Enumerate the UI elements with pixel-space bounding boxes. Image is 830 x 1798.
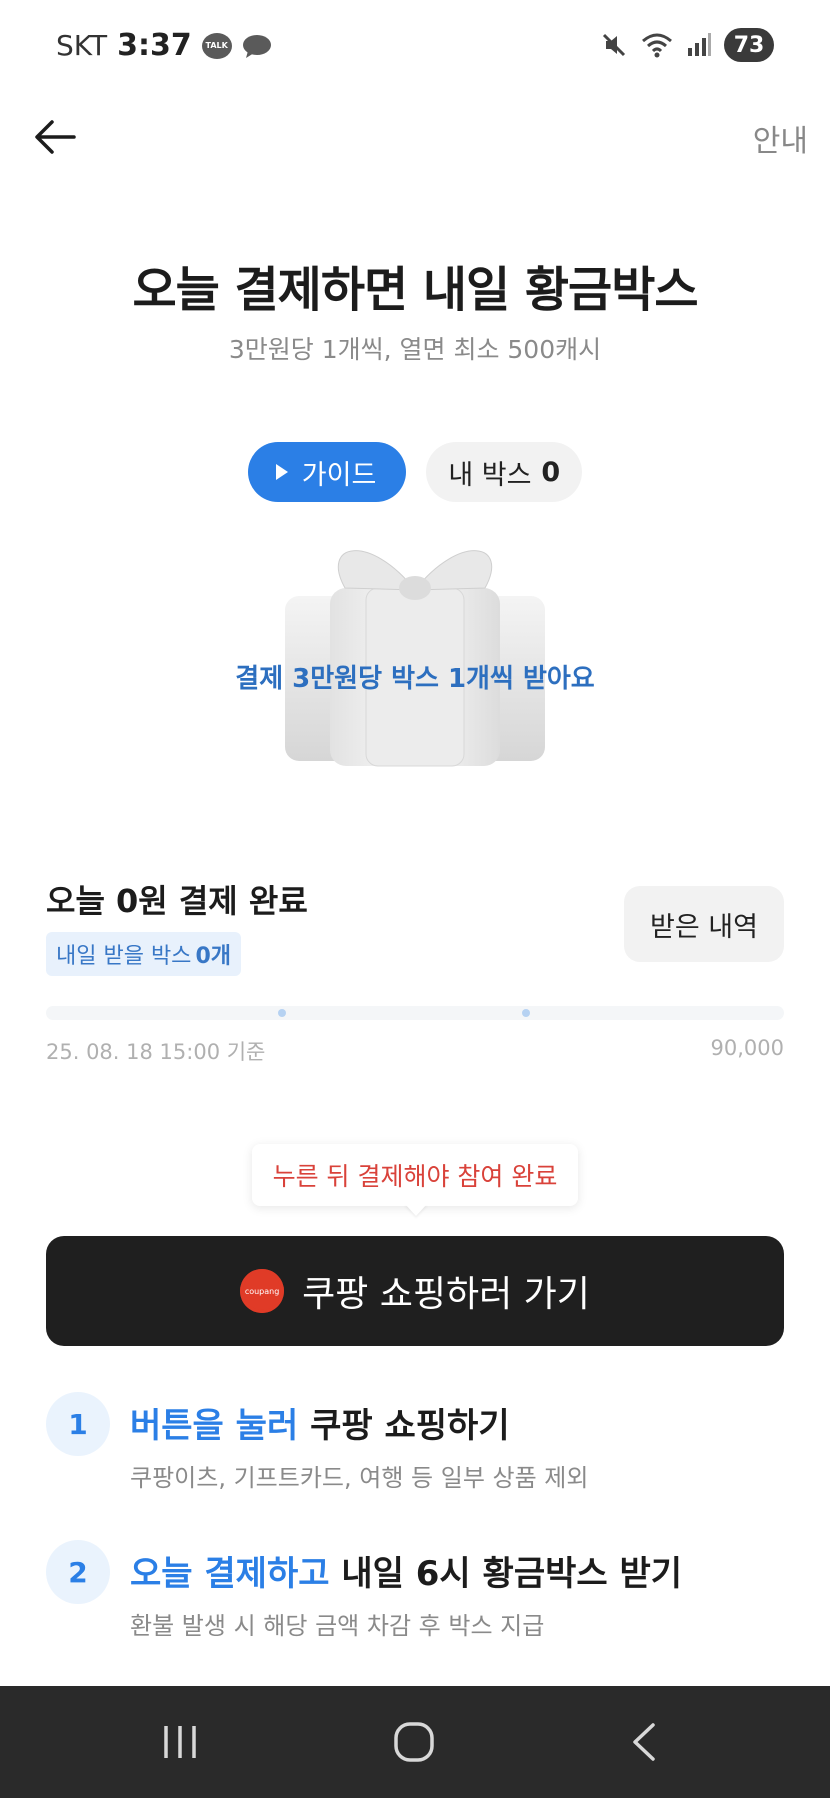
tomorrow-box-badge: 내일 받을 박스 0개	[46, 932, 241, 976]
my-box-button[interactable]: 내 박스 0	[426, 442, 583, 502]
play-icon	[275, 464, 288, 480]
pill-buttons: 가이드 내 박스 0	[0, 442, 830, 502]
info-link[interactable]: 안내	[753, 116, 808, 160]
tomorrow-box-count: 0개	[195, 944, 231, 969]
step-number: 1	[46, 1392, 110, 1456]
home-icon	[394, 1722, 434, 1762]
gift-box-image	[285, 550, 545, 767]
received-history-button[interactable]: 받은 내역	[624, 886, 784, 962]
coupang-logo-icon: coupang	[240, 1269, 285, 1313]
go-shopping-button[interactable]: coupang 쿠팡 쇼핑하러 가기	[46, 1236, 784, 1346]
chevron-left-icon	[633, 1723, 655, 1761]
step-title: 버튼을 눌러 쿠팡 쇼핑하기	[130, 1398, 510, 1447]
step-title-rest: 쿠팡 쇼핑하기	[298, 1406, 510, 1446]
recent-apps-button[interactable]	[150, 1716, 210, 1768]
my-box-count: 0	[541, 456, 561, 488]
mute-icon	[602, 33, 626, 57]
step-title-highlight: 버튼을 눌러	[130, 1406, 299, 1446]
step-title-highlight: 오늘 결제하고	[130, 1554, 330, 1594]
guide-button[interactable]: 가이드	[247, 442, 407, 502]
back-button[interactable]	[30, 112, 80, 162]
guide-label: 가이드	[301, 459, 377, 491]
participation-tooltip: 누른 뒤 결제해야 참여 완료	[252, 1144, 578, 1206]
go-shopping-label: 쿠팡 쇼핑하러 가기	[302, 1274, 590, 1315]
progress-date-label: 25. 08. 18 15:00 기준	[46, 1040, 266, 1064]
chat-bubble-icon	[242, 34, 271, 58]
system-navigation-bar	[0, 1686, 830, 1798]
payment-progress-bar	[46, 1006, 784, 1020]
page-subtitle: 3만원당 1개씩, 열면 최소 500캐시	[228, 335, 602, 364]
progress-milestone-dot	[522, 1009, 530, 1017]
step-title-rest: 내일 6시 황금박스 받기	[329, 1554, 683, 1594]
status-right: 73	[600, 28, 774, 62]
progress-max-label: 90,000	[710, 1036, 784, 1060]
status-left: SKT 3:37 TALK	[56, 28, 272, 63]
home-button[interactable]	[384, 1716, 444, 1768]
step-description: 환불 발생 시 해당 금액 차감 후 박스 지급	[130, 1612, 545, 1640]
step-title: 오늘 결제하고 내일 6시 황금박스 받기	[130, 1546, 682, 1595]
kakaotalk-icon: TALK	[201, 32, 232, 59]
status-bar: SKT 3:37 TALK 73	[0, 0, 830, 92]
carrier-label: SKT	[56, 29, 108, 62]
paid-today-title: 오늘 0원 결제 완료	[46, 882, 308, 920]
wifi-icon	[642, 33, 672, 58]
tooltip-arrow	[405, 1204, 427, 1216]
my-box-label: 내 박스	[448, 459, 532, 491]
tomorrow-box-label: 내일 받을 박스	[56, 944, 192, 969]
signal-icon	[688, 33, 711, 56]
page-title: 오늘 결제하면 내일 황금박스	[132, 262, 698, 318]
arrow-left-icon	[35, 120, 76, 154]
clock: 3:37	[117, 28, 192, 63]
system-back-button[interactable]	[614, 1716, 674, 1768]
step-description: 쿠팡이츠, 기프트카드, 여행 등 일부 상품 제외	[130, 1464, 589, 1492]
gift-caption: 결제 3만원당 박스 1개씩 받아요	[235, 664, 595, 694]
battery-indicator: 73	[724, 28, 774, 62]
progress-milestone-dot	[278, 1009, 286, 1017]
recent-apps-icon	[164, 1726, 196, 1758]
step-number: 2	[46, 1540, 110, 1604]
